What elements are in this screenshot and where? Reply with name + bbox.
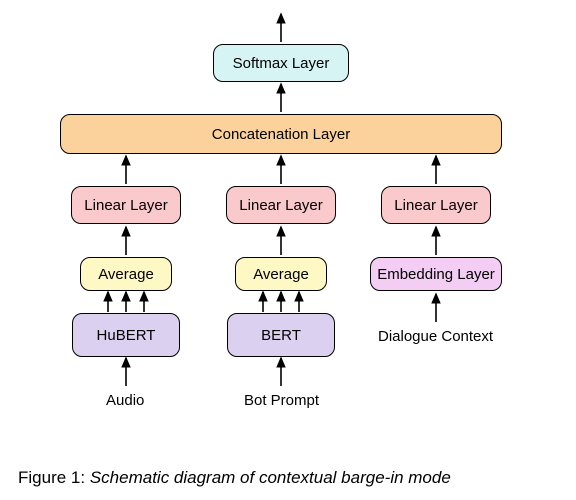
audio-input-label: Audio	[106, 392, 144, 409]
caption-label: Figure 1:	[18, 468, 85, 487]
hubert-label: HuBERT	[97, 327, 156, 344]
average-1-box: Average	[80, 257, 172, 291]
avg2-label: Average	[253, 266, 309, 283]
prompt-input-label: Bot Prompt	[244, 392, 319, 409]
softmax-layer-box: Softmax Layer	[213, 44, 349, 82]
softmax-label: Softmax Layer	[233, 55, 330, 72]
bert-label: BERT	[261, 327, 301, 344]
context-input-label: Dialogue Context	[378, 328, 493, 345]
linear-layer-3-box: Linear Layer	[381, 186, 491, 224]
bert-box: BERT	[227, 313, 335, 357]
avg1-label: Average	[98, 266, 154, 283]
embedding-layer-box: Embedding Layer	[370, 257, 502, 291]
architecture-diagram: Softmax Layer Concatenation Layer Linear…	[0, 0, 576, 460]
average-2-box: Average	[235, 257, 327, 291]
linear-layer-1-box: Linear Layer	[71, 186, 181, 224]
concat-layer-box: Concatenation Layer	[60, 114, 502, 154]
linear3-label: Linear Layer	[394, 197, 477, 214]
concat-label: Concatenation Layer	[212, 126, 350, 143]
linear-layer-2-box: Linear Layer	[226, 186, 336, 224]
linear1-label: Linear Layer	[84, 197, 167, 214]
figure-caption: Figure 1: Schematic diagram of contextua…	[0, 468, 576, 488]
caption-text: Schematic diagram of contextual barge-in…	[90, 468, 451, 487]
embed-label: Embedding Layer	[377, 266, 495, 283]
hubert-box: HuBERT	[72, 313, 180, 357]
linear2-label: Linear Layer	[239, 197, 322, 214]
